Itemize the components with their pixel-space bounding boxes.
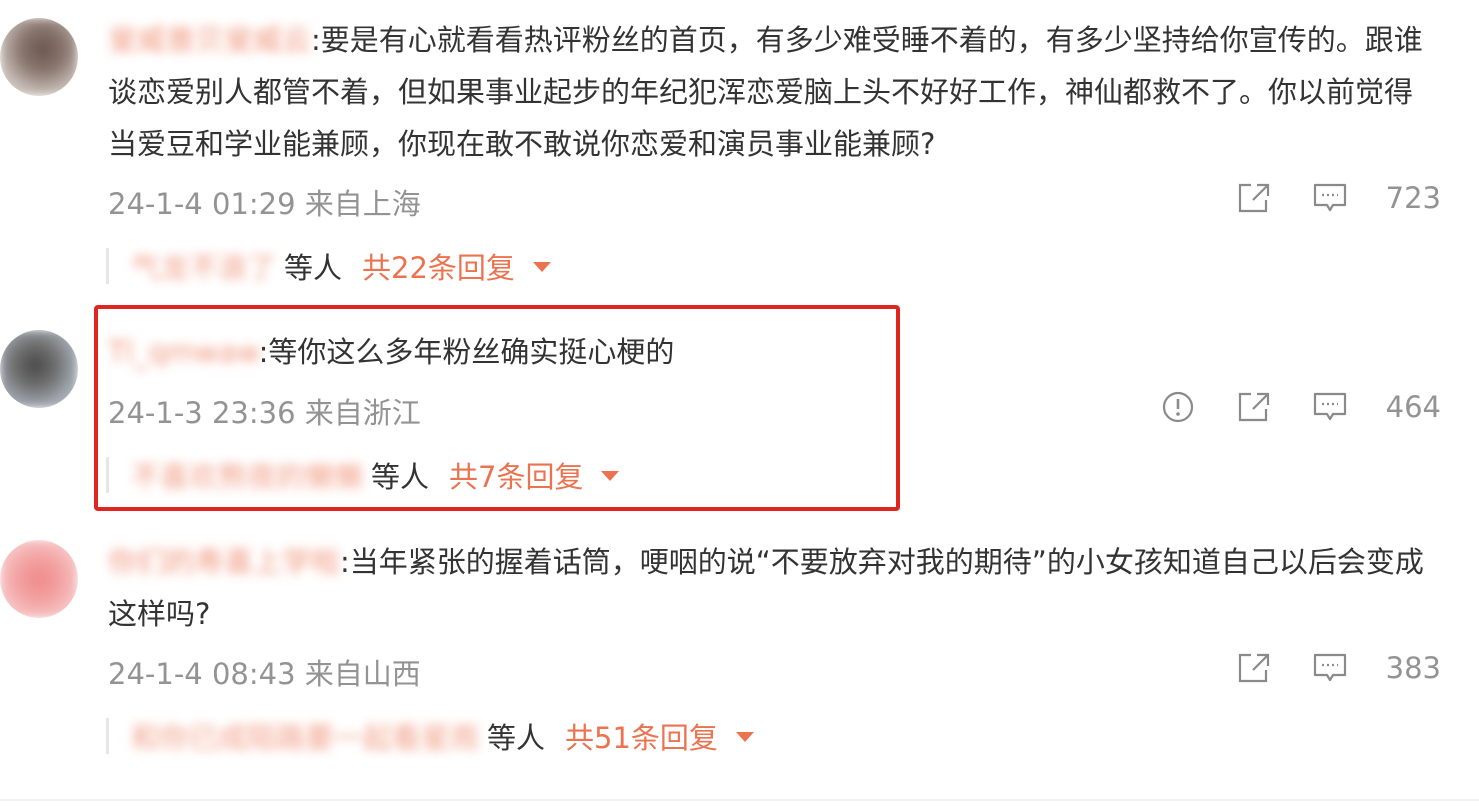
share-button[interactable]: [1216, 385, 1292, 429]
chevron-down-icon[interactable]: [532, 262, 551, 272]
like-button[interactable]: 464: [1372, 390, 1441, 424]
comment-location: 来自上海: [304, 187, 421, 221]
comment-meta: 24-1-4 01:29 来自上海: [108, 181, 421, 223]
comment-time: 24-1-4 01:29: [108, 187, 296, 221]
reply-suffix: 等人: [487, 721, 546, 755]
comment-actions: 464: [1140, 385, 1441, 429]
comment-icon: [1313, 653, 1346, 682]
comment-meta: 24-1-4 08:43 来自山西: [108, 651, 421, 693]
reply-usernames[interactable]: 和你已成陌路要一起看星雨: [131, 715, 479, 757]
reply-summary[interactable]: 和你已成陌路要一起看星雨 等人 共51条回复: [106, 715, 754, 757]
share-icon: [1238, 653, 1269, 683]
comment-button[interactable]: [1292, 176, 1368, 220]
reply-count[interactable]: 共22条回复: [362, 245, 515, 287]
chevron-down-icon[interactable]: [735, 732, 754, 742]
like-button[interactable]: 383: [1372, 651, 1441, 685]
comment-location: 来自山西: [304, 657, 421, 691]
share-button[interactable]: [1216, 176, 1292, 220]
share-button[interactable]: [1216, 646, 1292, 690]
reply-summary[interactable]: 气龙不浪了 等人 共22条回复: [106, 245, 551, 287]
like-count: 464: [1385, 390, 1441, 424]
report-button[interactable]: [1140, 385, 1216, 429]
divider: [0, 799, 1479, 801]
share-icon: [1238, 392, 1269, 422]
comment-icon: [1313, 392, 1346, 421]
comment-actions: 723: [1216, 176, 1441, 220]
reply-suffix: 等人: [284, 251, 343, 285]
share-icon: [1238, 183, 1269, 213]
comment-button[interactable]: [1292, 385, 1368, 429]
highlight-box: [94, 305, 900, 511]
avatar[interactable]: [0, 330, 78, 408]
username-link[interactable]: 叟威普贝叟威云: [108, 23, 311, 57]
comment-text-block: 你们的寿喜上学啦:当年紧张的握着话筒，哽咽的说“不要放弃对我的期待”的小女孩知道…: [108, 536, 1438, 640]
comment-icon: [1313, 183, 1346, 212]
comment-time: 24-1-4 08:43: [108, 657, 296, 691]
username-link[interactable]: 你们的寿喜上学啦: [108, 545, 340, 579]
like-count: 383: [1385, 651, 1441, 685]
reply-count[interactable]: 共51条回复: [565, 715, 718, 757]
avatar[interactable]: [0, 540, 78, 618]
like-button[interactable]: 723: [1372, 181, 1441, 215]
report-icon: [1162, 391, 1193, 423]
avatar[interactable]: [0, 18, 78, 96]
comment-button[interactable]: [1292, 646, 1368, 690]
comment-text-block: 叟威普贝叟威云:要是有心就看看热评粉丝的首页，有多少难受睡不着的，有多少坚持给你…: [108, 14, 1438, 170]
comment-actions: 383: [1216, 646, 1441, 690]
like-count: 723: [1385, 181, 1441, 215]
reply-usernames[interactable]: 气龙不浪了: [131, 245, 276, 287]
